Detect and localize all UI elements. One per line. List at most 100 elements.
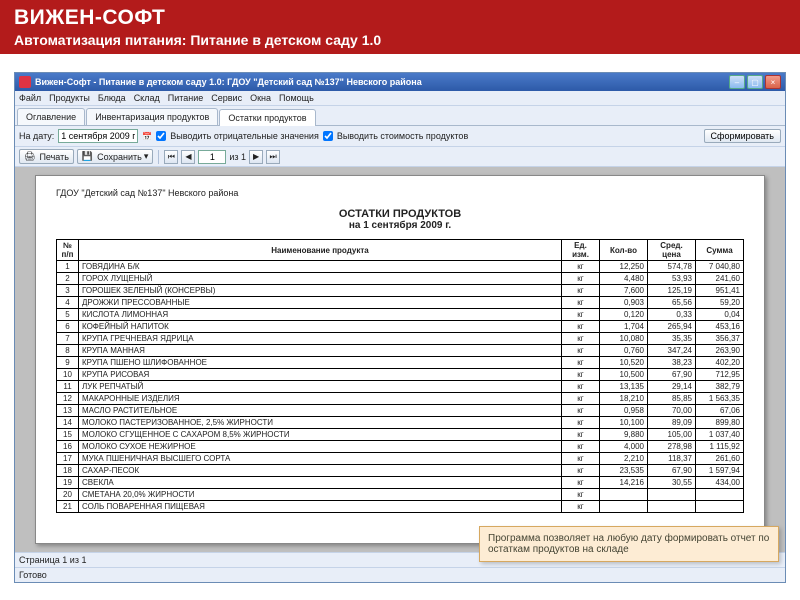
table-cell: 35,35 xyxy=(648,333,696,345)
table-cell: 14 xyxy=(57,417,79,429)
table-cell: КРУПА МАННАЯ xyxy=(79,345,562,357)
table-cell: 4,480 xyxy=(600,273,648,285)
table-row: 4ДРОЖЖИ ПРЕССОВАННЫЕкг0,90365,5659,20 xyxy=(57,297,744,309)
app-window: Вижен-Софт - Питание в детском саду 1.0:… xyxy=(14,72,786,583)
page-input[interactable] xyxy=(198,150,226,164)
tab[interactable]: Инвентаризация продуктов xyxy=(86,108,218,125)
report-date: на 1 сентября 2009 г. xyxy=(56,220,744,231)
negative-values-checkbox[interactable] xyxy=(156,131,166,141)
table-cell: кг xyxy=(562,489,600,501)
print-button[interactable]: Печать xyxy=(19,149,74,164)
tab[interactable]: Оглавление xyxy=(17,108,85,125)
report-title: ОСТАТКИ ПРОДУКТОВ xyxy=(56,208,744,220)
date-input[interactable] xyxy=(58,129,138,143)
maximize-button[interactable]: ▢ xyxy=(747,75,763,89)
table-cell: кг xyxy=(562,501,600,513)
report-page: ГДОУ "Детский сад №137" Невского района … xyxy=(35,175,765,544)
table-cell xyxy=(648,489,696,501)
table-cell: 3 xyxy=(57,285,79,297)
table-cell xyxy=(696,489,744,501)
save-button[interactable]: Сохранить ▾ xyxy=(77,149,153,164)
print-icon xyxy=(24,151,37,162)
table-cell: 30,55 xyxy=(648,477,696,489)
table-cell: МАКАРОННЫЕ ИЗДЕЛИЯ xyxy=(79,393,562,405)
report-viewport[interactable]: ГДОУ "Детский сад №137" Невского района … xyxy=(15,167,785,552)
show-cost-checkbox[interactable] xyxy=(323,131,333,141)
table-cell: СМЕТАНА 20,0% ЖИРНОСТИ xyxy=(79,489,562,501)
table-row: 6КОФЕЙНЫЙ НАПИТОКкг1,704265,94453,16 xyxy=(57,321,744,333)
status-page: Страница 1 из 1 xyxy=(19,555,86,565)
column-header: Сред. цена xyxy=(648,240,696,261)
menu-item[interactable]: Окна xyxy=(250,93,271,103)
menu-item[interactable]: Файл xyxy=(19,93,41,103)
table-cell: 0,120 xyxy=(600,309,648,321)
table-cell: КРУПА ГРЕЧНЕВАЯ ЯДРИЦА xyxy=(79,333,562,345)
table-cell: ГОВЯДИНА Б/К xyxy=(79,261,562,273)
table-cell: 951,41 xyxy=(696,285,744,297)
table-cell: кг xyxy=(562,333,600,345)
tab[interactable]: Остатки продуктов xyxy=(219,109,315,126)
menu-item[interactable]: Сервис xyxy=(211,93,242,103)
table-cell: 70,00 xyxy=(648,405,696,417)
table-cell: 16 xyxy=(57,441,79,453)
menu-item[interactable]: Помощь xyxy=(279,93,314,103)
table-cell: МУКА ПШЕНИЧНАЯ ВЫСШЕГО СОРТА xyxy=(79,453,562,465)
table-row: 9КРУПА ПШЕНО ШЛИФОВАННОЕкг10,52038,23402… xyxy=(57,357,744,369)
table-cell xyxy=(648,501,696,513)
nav-first-button[interactable]: ⏮ xyxy=(164,150,178,164)
table-row: 7КРУПА ГРЕЧНЕВАЯ ЯДРИЦАкг10,08035,35356,… xyxy=(57,333,744,345)
table-cell: МАСЛО РАСТИТЕЛЬНОЕ xyxy=(79,405,562,417)
tab-strip: ОглавлениеИнвентаризация продуктовОстатк… xyxy=(15,106,785,126)
page-of-label: из 1 xyxy=(229,152,246,162)
table-cell xyxy=(600,501,648,513)
table-cell: кг xyxy=(562,381,600,393)
table-cell: 21 xyxy=(57,501,79,513)
table-cell: кг xyxy=(562,393,600,405)
table-cell: 434,00 xyxy=(696,477,744,489)
column-header: Ед. изм. xyxy=(562,240,600,261)
nav-prev-button[interactable]: ◀ xyxy=(181,150,195,164)
report-table: № п/пНаименование продуктаЕд. изм.Кол-во… xyxy=(56,239,744,513)
table-row: 8КРУПА МАННАЯкг0,760347,24263,90 xyxy=(57,345,744,357)
show-cost-label: Выводить стоимость продуктов xyxy=(337,131,468,141)
filter-toolbar: На дату: Выводить отрицательные значения… xyxy=(15,126,785,147)
table-cell: кг xyxy=(562,429,600,441)
minimize-button[interactable]: – xyxy=(729,75,745,89)
table-cell: МОЛОКО СГУЩЕННОЕ С САХАРОМ 8,5% ЖИРНОСТИ xyxy=(79,429,562,441)
slide-header: ВИЖЕН-СОФТ Автоматизация питания: Питани… xyxy=(0,0,800,54)
nav-last-button[interactable]: ⏭ xyxy=(266,150,280,164)
menu-item[interactable]: Питание xyxy=(168,93,204,103)
table-cell: кг xyxy=(562,297,600,309)
calendar-icon[interactable] xyxy=(142,131,152,141)
table-cell: 11 xyxy=(57,381,79,393)
titlebar: Вижен-Софт - Питание в детском саду 1.0:… xyxy=(15,73,785,91)
table-cell: 4 xyxy=(57,297,79,309)
table-cell: САХАР-ПЕСОК xyxy=(79,465,562,477)
window-title: Вижен-Софт - Питание в детском саду 1.0:… xyxy=(35,77,729,87)
table-cell: 23,535 xyxy=(600,465,648,477)
table-cell: 38,23 xyxy=(648,357,696,369)
table-cell: 712,95 xyxy=(696,369,744,381)
table-cell: 453,16 xyxy=(696,321,744,333)
column-header: Наименование продукта xyxy=(79,240,562,261)
table-cell: 265,94 xyxy=(648,321,696,333)
nav-next-button[interactable]: ▶ xyxy=(249,150,263,164)
table-cell: ГОРОШЕК ЗЕЛЕНЫЙ (КОНСЕРВЫ) xyxy=(79,285,562,297)
menu-item[interactable]: Блюда xyxy=(98,93,126,103)
table-cell: 8 xyxy=(57,345,79,357)
close-button[interactable]: × xyxy=(765,75,781,89)
menu-item[interactable]: Склад xyxy=(134,93,160,103)
table-cell: 67,06 xyxy=(696,405,744,417)
org-name: ГДОУ "Детский сад №137" Невского района xyxy=(56,188,744,198)
table-cell: 6 xyxy=(57,321,79,333)
generate-button[interactable]: Сформировать xyxy=(704,129,781,143)
menu-item[interactable]: Продукты xyxy=(49,93,90,103)
table-cell: 7,600 xyxy=(600,285,648,297)
date-label: На дату: xyxy=(19,131,54,141)
table-cell: 19 xyxy=(57,477,79,489)
table-row: 17МУКА ПШЕНИЧНАЯ ВЫСШЕГО СОРТАкг2,210118… xyxy=(57,453,744,465)
table-row: 11ЛУК РЕПЧАТЫЙкг13,13529,14382,79 xyxy=(57,381,744,393)
table-cell: 59,20 xyxy=(696,297,744,309)
table-cell: 5 xyxy=(57,309,79,321)
table-cell: 1 597,94 xyxy=(696,465,744,477)
